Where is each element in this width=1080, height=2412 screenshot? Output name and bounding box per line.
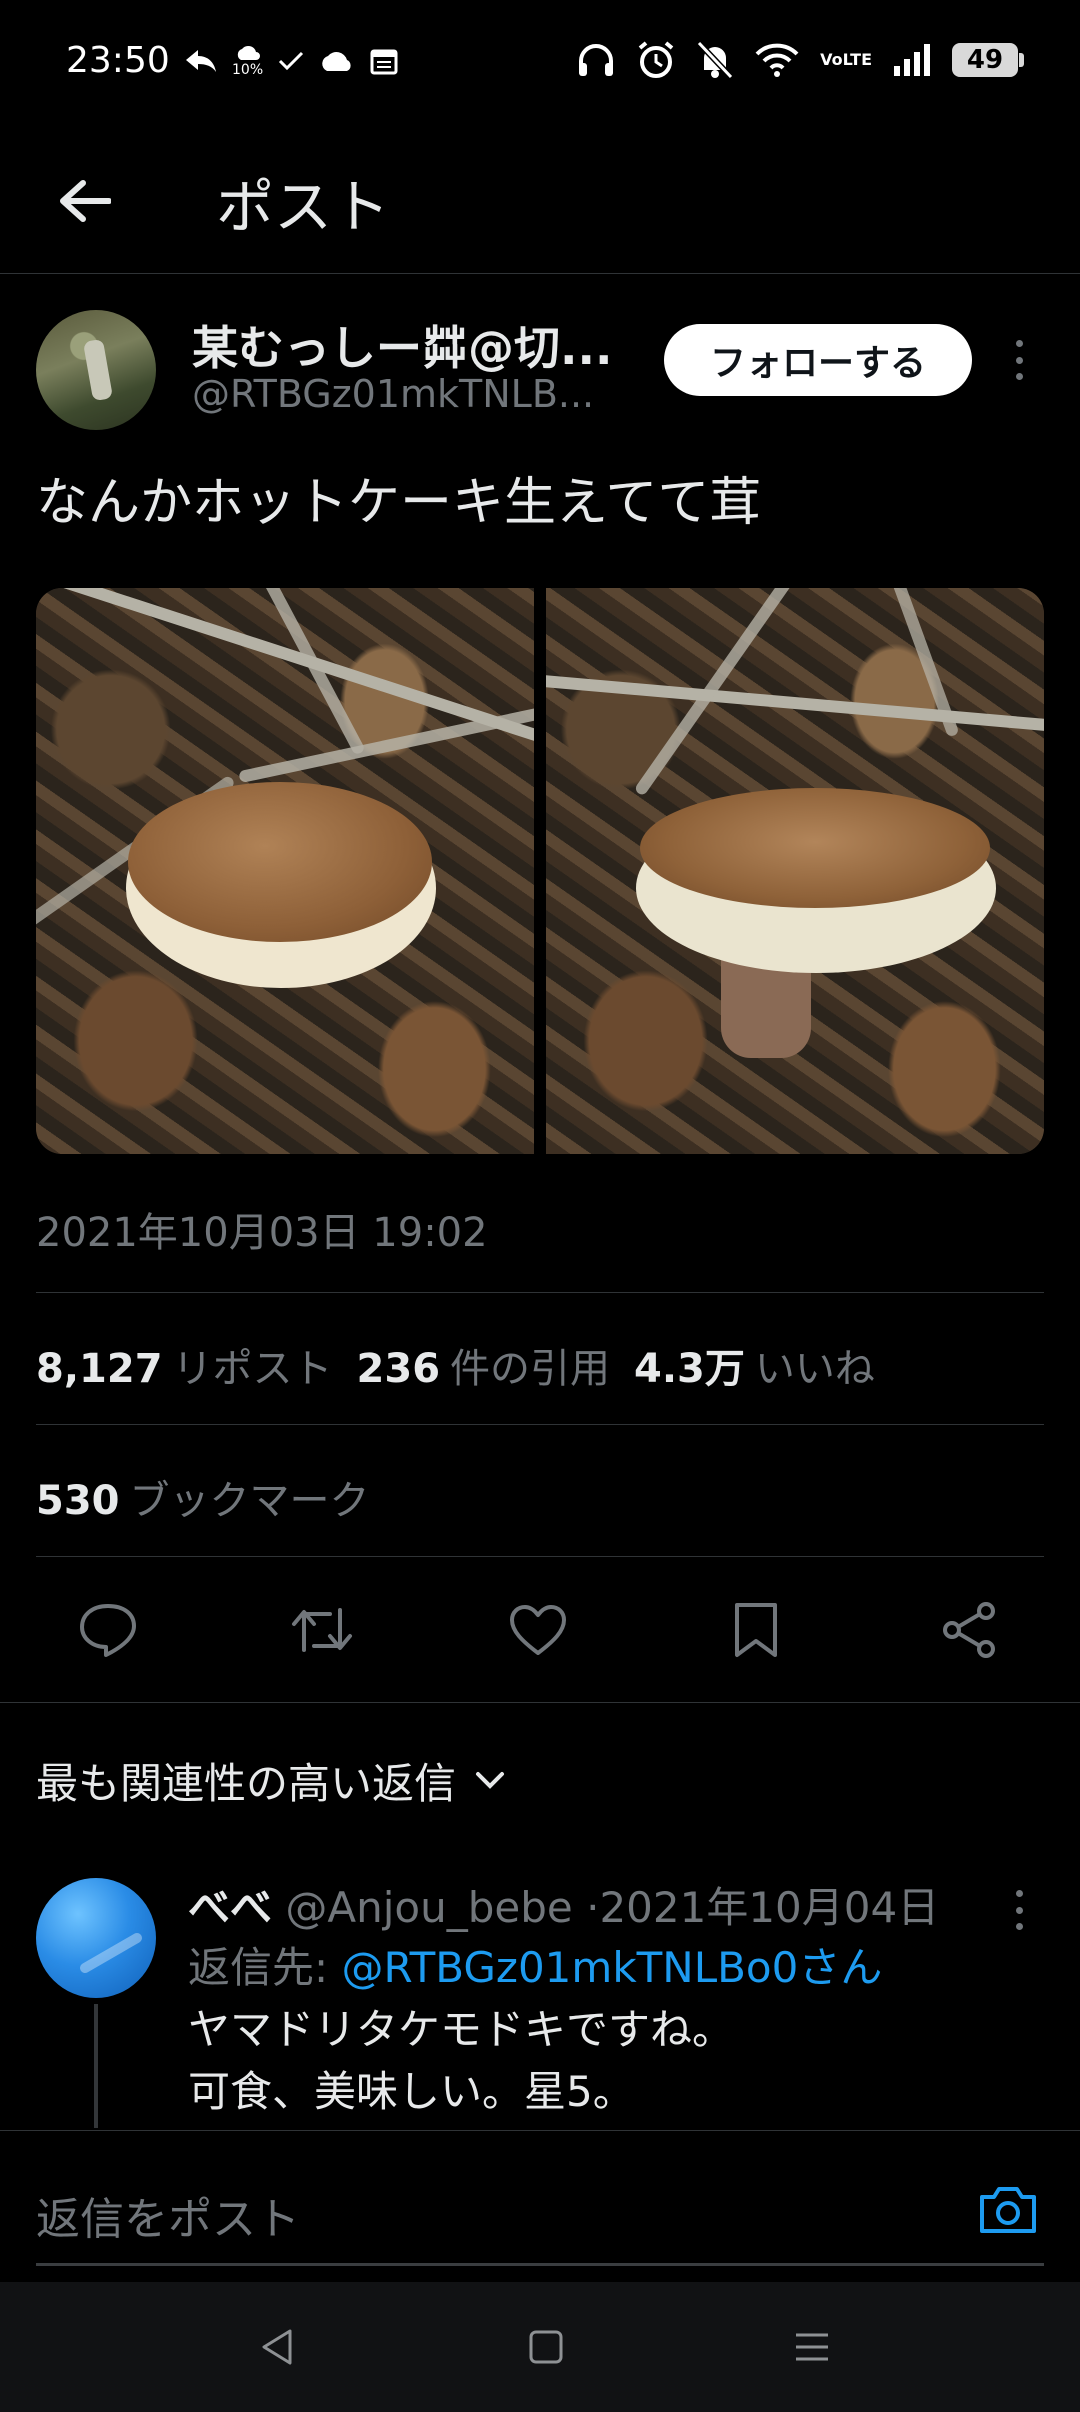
divider — [36, 1556, 1044, 1557]
bookmark-button[interactable] — [724, 1598, 788, 1662]
post-photo-2[interactable] — [546, 588, 1044, 1154]
status-time: 23:50 — [66, 40, 170, 81]
nav-home-button[interactable] — [516, 2322, 576, 2372]
reply-date: 2021年10月04日 — [599, 1883, 940, 1932]
check-icon — [279, 51, 304, 71]
more-options-button[interactable] — [1004, 334, 1034, 386]
top-app-bar: ポスト — [0, 130, 1080, 274]
post-photo-1[interactable] — [36, 588, 534, 1154]
headphones-icon — [579, 44, 614, 76]
reply-text-line-1: ヤマドリタケモドキですね。 — [188, 2005, 735, 2054]
square-home-icon — [529, 2330, 563, 2364]
divider — [36, 1424, 1044, 1425]
reply-avatar[interactable] — [36, 1878, 156, 1998]
rain-percent: 10% — [232, 62, 264, 78]
divider — [36, 1292, 1044, 1293]
like-button[interactable] — [506, 1598, 570, 1662]
replies-sort-dropdown[interactable]: 最も関連性の高い返信 — [36, 1750, 506, 1811]
signal-icon — [894, 44, 930, 76]
quotes-stat[interactable]: 236 件の引用 — [357, 1336, 611, 1394]
camera-button[interactable] — [976, 2177, 1040, 2241]
reply-more-button[interactable] — [1004, 1886, 1034, 1934]
action-bar — [0, 1590, 1080, 1670]
replies-sort-label: 最も関連性の高い返信 — [36, 1759, 457, 1808]
reply-to-label: 返信先: — [188, 1943, 329, 1992]
reply-composer: 返信をポスト — [0, 2130, 1080, 2280]
reply-header: べべ @Anjou_bebe ·2021年10月04日 — [188, 1874, 939, 1935]
reply-text-line-2: 可食、美味しい。星5。 — [188, 2067, 635, 2116]
camera-icon — [980, 2187, 1036, 2233]
bookmark-icon — [735, 1603, 777, 1657]
nav-back-button[interactable] — [248, 2322, 308, 2372]
rain-icon: 10% — [232, 44, 263, 78]
reply-to-handle-link[interactable]: @RTBGz01mkTNLBo0さん — [342, 1943, 883, 1992]
reply-arrow-icon — [186, 50, 216, 72]
likes-stat[interactable]: 4.3万 いいね — [634, 1336, 875, 1394]
reply-separator: · — [586, 1883, 600, 1932]
bookmarks-stat[interactable]: 530 ブックマーク — [36, 1468, 370, 1526]
repost-icon — [292, 1608, 352, 1652]
battery-icon: 49 — [952, 43, 1024, 77]
reply-author-handle[interactable]: @Anjou_bebe — [285, 1883, 572, 1932]
bell-off-icon — [696, 40, 734, 80]
triangle-back-icon — [262, 2329, 292, 2365]
author-name[interactable]: 某むっしー茻@切... — [192, 312, 612, 378]
author-avatar[interactable] — [36, 310, 156, 430]
alarm-icon — [638, 41, 674, 78]
reply-button[interactable] — [76, 1598, 140, 1662]
share-button[interactable] — [938, 1598, 1002, 1662]
volte-icon: VoLTE — [820, 50, 872, 69]
share-icon — [943, 1602, 995, 1658]
repost-button[interactable] — [290, 1598, 354, 1662]
follow-button[interactable]: フォローする — [664, 324, 972, 396]
menu-lines-icon — [796, 2333, 828, 2361]
chevron-down-icon — [476, 1771, 505, 1789]
calendar-icon — [370, 49, 398, 75]
status-bar: 23:50 10% VoLTE 49 — [0, 0, 1080, 120]
reposts-stat[interactable]: 8,127 リポスト — [36, 1336, 333, 1394]
reply-to-line: 返信先: @RTBGz01mkTNLBo0さん — [188, 1934, 882, 1995]
page-title: ポスト — [216, 173, 391, 241]
reply-author-name[interactable]: べべ — [188, 1883, 272, 1932]
arrow-left-icon — [60, 180, 111, 222]
reply-icon — [80, 1604, 136, 1657]
post-text: なんかホットケーキ生えてて茸 — [36, 473, 762, 533]
status-right-icons: VoLTE 49 — [576, 40, 1024, 80]
post-stats: 8,127 リポスト 236 件の引用 4.3万 いいね — [36, 1336, 875, 1394]
post-timestamp: 2021年10月03日 19:02 — [36, 1210, 488, 1256]
author-handle[interactable]: @RTBGz01mkTNLB... — [192, 372, 594, 416]
nav-recents-button[interactable] — [782, 2322, 842, 2372]
composer-underline — [36, 2263, 1044, 2266]
section-divider — [0, 1702, 1080, 1703]
wifi-icon — [755, 43, 799, 77]
thread-line — [94, 2004, 98, 2128]
cloud-icon — [322, 52, 351, 71]
back-button[interactable] — [50, 166, 120, 236]
reply-input[interactable]: 返信をポスト — [36, 2183, 300, 2247]
system-navigation-bar — [0, 2282, 1080, 2412]
like-icon — [510, 1605, 566, 1655]
status-left-icons: 10% — [184, 44, 399, 78]
